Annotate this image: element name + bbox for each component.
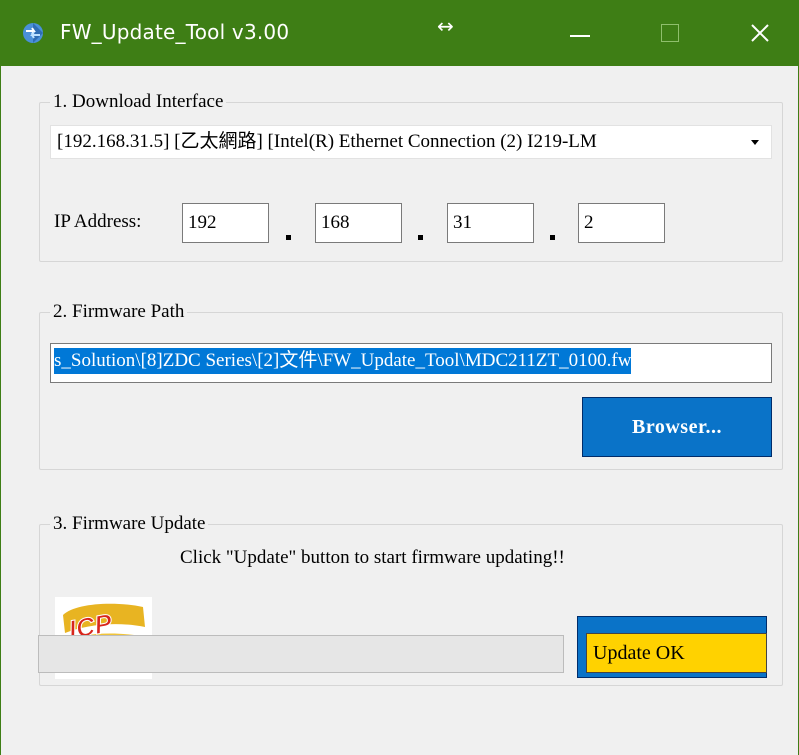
- dropdown-arrow-icon: [751, 140, 759, 145]
- minimize-icon: [570, 35, 590, 37]
- ip-separator-dot: [286, 235, 291, 240]
- browser-button[interactable]: Browser...: [582, 397, 772, 457]
- maximize-button[interactable]: [638, 0, 702, 66]
- interface-dropdown[interactable]: [192.168.31.5] [乙太網路] [Intel(R) Ethernet…: [50, 125, 772, 159]
- update-status-badge: Update OK: [586, 633, 767, 673]
- firmware-path-input[interactable]: s_Solution\[8]ZDC Series\[2]文件\FW_Update…: [50, 343, 772, 383]
- maximize-icon: [661, 24, 679, 42]
- ip-octet-1-input[interactable]: [182, 203, 269, 243]
- close-icon: [751, 24, 769, 42]
- title-bar: FW_Update_Tool v3.00 ↔: [0, 0, 799, 66]
- minimize-button[interactable]: [548, 0, 612, 66]
- download-interface-legend: 1. Download Interface: [50, 90, 227, 114]
- window-title: FW_Update_Tool v3.00: [60, 20, 290, 44]
- ip-octet-4-input[interactable]: [578, 203, 665, 243]
- firmware-update-legend: 3. Firmware Update: [50, 512, 209, 536]
- resize-arrows-icon: ↔: [437, 14, 454, 38]
- download-interface-group: 1. Download Interface [192.168.31.5] [乙太…: [39, 90, 783, 262]
- close-button[interactable]: [728, 0, 792, 66]
- main-window: 1. Download Interface [192.168.31.5] [乙太…: [0, 66, 799, 755]
- firmware-path-value: s_Solution\[8]ZDC Series\[2]文件\FW_Update…: [54, 348, 632, 374]
- app-icon: [23, 23, 43, 43]
- interface-dropdown-value: [192.168.31.5] [乙太網路] [Intel(R) Ethernet…: [57, 131, 597, 152]
- ip-octet-3-input[interactable]: [447, 203, 534, 243]
- update-instruction-text: Click "Update" button to start firmware …: [180, 547, 565, 568]
- firmware-path-legend: 2. Firmware Path: [50, 300, 188, 324]
- firmware-path-group: 2. Firmware Path s_Solution\[8]ZDC Serie…: [39, 300, 783, 470]
- update-progress-bar: [38, 635, 564, 673]
- ip-address-label: IP Address:: [54, 211, 142, 232]
- ip-separator-dot: [550, 235, 555, 240]
- ip-octet-2-input[interactable]: [315, 203, 402, 243]
- ip-separator-dot: [418, 235, 423, 240]
